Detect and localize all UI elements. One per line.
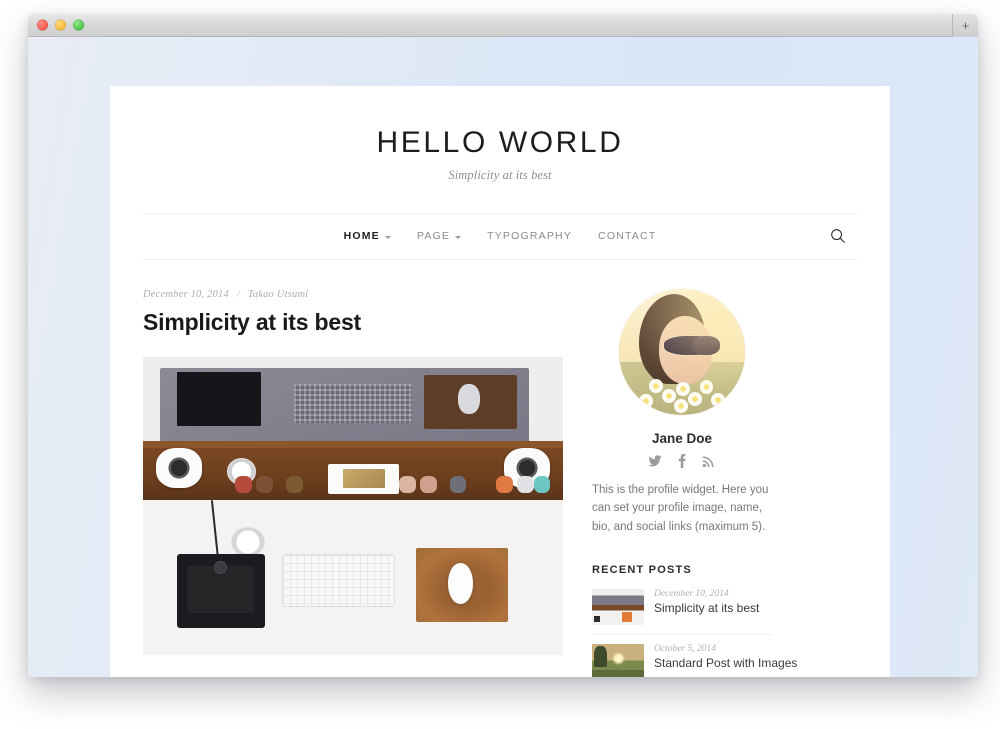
recent-post-item[interactable]: October 5, 2014 Standard Post with Image… xyxy=(592,634,797,677)
image-part-trinket xyxy=(495,476,513,493)
image-part-trinket xyxy=(256,476,274,493)
facebook-icon[interactable] xyxy=(675,453,689,468)
nav-item-page[interactable]: PAGE xyxy=(416,230,462,242)
minimize-window-button[interactable] xyxy=(55,19,66,31)
recent-posts-title: RECENT POSTS xyxy=(592,564,692,577)
image-part-white-keyboard xyxy=(281,553,395,608)
image-part-screen xyxy=(176,371,261,426)
nav-item-label: PAGE xyxy=(416,230,451,242)
image-part-desk-edge xyxy=(143,440,563,448)
chevron-down-icon xyxy=(384,235,391,239)
profile-widget: Jane Doe This is the profile widget. Her… xyxy=(592,288,772,537)
profile-bio: This is the profile widget. Here you can… xyxy=(592,483,769,533)
site-content-card: HELLO WORLD Simplicity at its best HOME … xyxy=(110,86,890,677)
new-tab-button[interactable]: + xyxy=(952,14,978,37)
recent-post-thumbnail xyxy=(592,644,644,677)
recent-post-date: December 10, 2014 xyxy=(654,589,729,600)
featured-image[interactable] xyxy=(143,357,563,656)
browser-viewport: HELLO WORLD Simplicity at its best HOME … xyxy=(28,37,978,677)
post-excerpt: Hello World is a simple but high quality… xyxy=(143,676,563,677)
recent-post-thumbnail xyxy=(592,589,644,626)
social-links xyxy=(592,453,772,468)
post-meta-separator: / xyxy=(236,288,240,300)
recent-post-meta: December 10, 2014 Simplicity at its best xyxy=(654,589,759,616)
post-date: December 10, 2014 xyxy=(143,288,229,300)
browser-window: + HELLO WORLD Simplicity at its best HOM… xyxy=(28,14,978,677)
nav-item-label: HOME xyxy=(343,230,380,242)
browser-title-bar[interactable]: + xyxy=(28,14,978,37)
main-column: December 10, 2014 / Takao Utsumi Simplic… xyxy=(143,289,563,678)
nav-menu: HOME PAGE TYPOGRAPHY CONTACT xyxy=(344,230,657,242)
post-article: December 10, 2014 / Takao Utsumi Simplic… xyxy=(143,289,563,678)
image-part-dark-keyboard xyxy=(294,383,412,423)
image-part-trinket xyxy=(420,476,437,493)
chevron-down-icon xyxy=(455,235,462,239)
recent-posts-widget: RECENT POSTS December 10, 2014 Simplicit… xyxy=(592,564,797,677)
post-author[interactable]: Takao Utsumi xyxy=(248,289,309,300)
close-window-button[interactable] xyxy=(37,19,48,31)
content-row: December 10, 2014 / Takao Utsumi Simplic… xyxy=(110,260,890,678)
recent-post-date: October 5, 2014 xyxy=(654,644,717,655)
image-part-paper-object xyxy=(342,468,385,489)
avatar xyxy=(619,288,745,415)
nav-item-home[interactable]: HOME xyxy=(344,230,391,242)
image-part-mug-lower xyxy=(231,526,265,557)
image-part-speaker-left xyxy=(155,447,202,489)
image-part-trinket xyxy=(235,476,253,493)
recent-post-meta: October 5, 2014 Standard Post with Image… xyxy=(654,644,797,671)
post-title[interactable]: Simplicity at its best xyxy=(143,309,563,337)
site-title: HELLO WORLD xyxy=(376,126,624,159)
image-part-trinket xyxy=(533,476,551,493)
image-part-tablet-dial xyxy=(214,561,227,574)
recent-post-item[interactable]: December 10, 2014 Simplicity at its best xyxy=(592,589,772,634)
image-part-trinket xyxy=(399,476,416,493)
site-tagline: Simplicity at its best xyxy=(448,167,552,182)
image-part-upper-mouse xyxy=(458,383,480,414)
window-controls[interactable] xyxy=(37,19,84,31)
image-part-trinket xyxy=(516,476,534,493)
primary-navigation: HOME PAGE TYPOGRAPHY CONTACT xyxy=(143,212,857,260)
zoom-window-button[interactable] xyxy=(73,19,84,31)
image-part-trinket xyxy=(449,476,467,493)
twitter-icon[interactable] xyxy=(648,454,662,468)
recent-post-title[interactable]: Standard Post with Images xyxy=(654,656,797,671)
image-part-trinket xyxy=(285,476,303,493)
rss-icon[interactable] xyxy=(702,454,716,468)
profile-name: Jane Doe xyxy=(651,430,713,446)
nav-item-typography[interactable]: TYPOGRAPHY xyxy=(487,230,572,242)
post-meta: December 10, 2014 / Takao Utsumi xyxy=(143,289,563,300)
recent-post-title[interactable]: Simplicity at its best xyxy=(654,601,759,616)
site-header: HELLO WORLD Simplicity at its best xyxy=(110,86,890,213)
search-icon[interactable] xyxy=(827,225,849,247)
nav-item-contact[interactable]: CONTACT xyxy=(598,230,656,242)
image-part-white-mouse xyxy=(447,562,473,605)
avatar-part-sun-glow xyxy=(619,288,745,415)
sidebar: Jane Doe This is the profile widget. Her… xyxy=(592,288,797,677)
nav-item-label: TYPOGRAPHY xyxy=(487,230,573,242)
nav-item-label: CONTACT xyxy=(598,230,657,242)
